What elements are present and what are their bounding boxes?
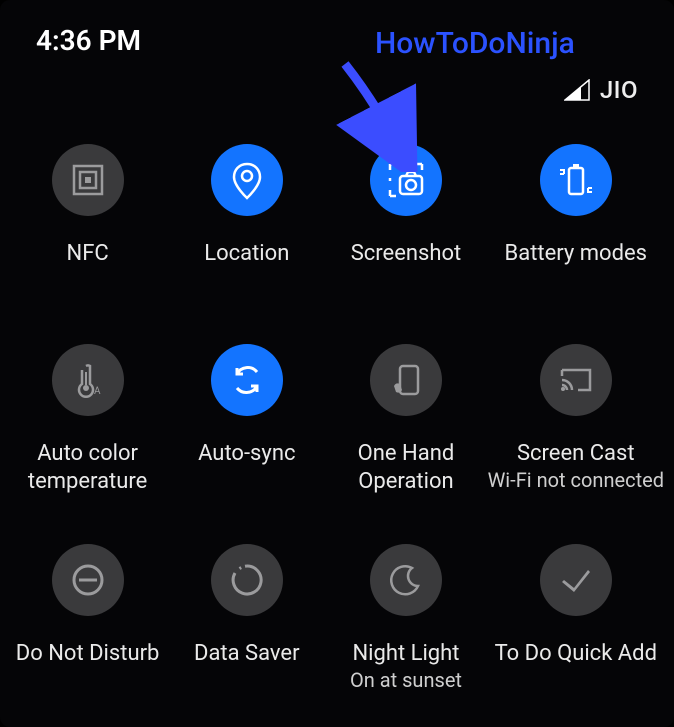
tile-sublabel: On at sunset xyxy=(348,668,464,692)
carrier-label: JIO xyxy=(600,76,638,104)
quick-settings-grid: NFC Location xyxy=(0,130,674,727)
tile-label: Screenshot xyxy=(347,240,466,268)
tile-label: To Do Quick Add xyxy=(491,640,661,668)
moon-icon xyxy=(370,544,442,616)
tile-label: Screen Cast xyxy=(513,440,639,468)
thermometer-icon: A xyxy=(52,344,124,416)
tile-auto-color-temp[interactable]: A Auto color temperature xyxy=(8,330,167,530)
battery-icon xyxy=(540,144,612,216)
tile-label: Do Not Disturb xyxy=(12,640,164,668)
cast-icon xyxy=(540,344,612,416)
status-bar: 4:36 PM xyxy=(0,0,674,72)
location-icon xyxy=(211,144,283,216)
quick-settings-panel: 4:36 PM JIO HowToDoNinja xyxy=(0,0,674,727)
tile-battery-modes[interactable]: Battery modes xyxy=(486,130,666,330)
tile-label: Auto color temperature xyxy=(8,440,167,495)
tile-data-saver[interactable]: Data Saver xyxy=(167,530,326,727)
tile-nfc[interactable]: NFC xyxy=(8,130,167,330)
tile-night-light[interactable]: Night Light On at sunset xyxy=(326,530,485,727)
tile-auto-sync[interactable]: Auto-sync xyxy=(167,330,326,530)
tile-label: Auto-sync xyxy=(194,440,299,468)
tile-label: Night Light xyxy=(348,640,463,668)
tile-todo-quick-add[interactable]: To Do Quick Add xyxy=(486,530,666,727)
clock: 4:36 PM xyxy=(36,24,141,57)
tile-dnd[interactable]: Do Not Disturb xyxy=(8,530,167,727)
tile-label: Battery modes xyxy=(501,240,652,268)
tile-location[interactable]: Location xyxy=(167,130,326,330)
data-saver-icon xyxy=(211,544,283,616)
check-icon xyxy=(540,544,612,616)
carrier-area: JIO xyxy=(564,76,638,104)
tile-label: NFC xyxy=(63,240,113,268)
tile-screenshot[interactable]: Screenshot xyxy=(326,130,485,330)
screenshot-icon xyxy=(370,144,442,216)
nfc-icon xyxy=(52,144,124,216)
sync-icon xyxy=(211,344,283,416)
tile-screen-cast[interactable]: Screen Cast Wi-Fi not connected xyxy=(486,330,666,530)
tile-label: Data Saver xyxy=(190,640,304,668)
tile-one-hand[interactable]: One Hand Operation xyxy=(326,330,485,530)
tile-label: Location xyxy=(200,240,293,268)
tile-label: One Hand Operation xyxy=(326,440,485,495)
tile-sublabel: Wi-Fi not connected xyxy=(486,468,666,492)
signal-icon xyxy=(564,79,590,101)
svg-text:A: A xyxy=(94,386,101,397)
dnd-icon xyxy=(52,544,124,616)
one-hand-icon xyxy=(370,344,442,416)
